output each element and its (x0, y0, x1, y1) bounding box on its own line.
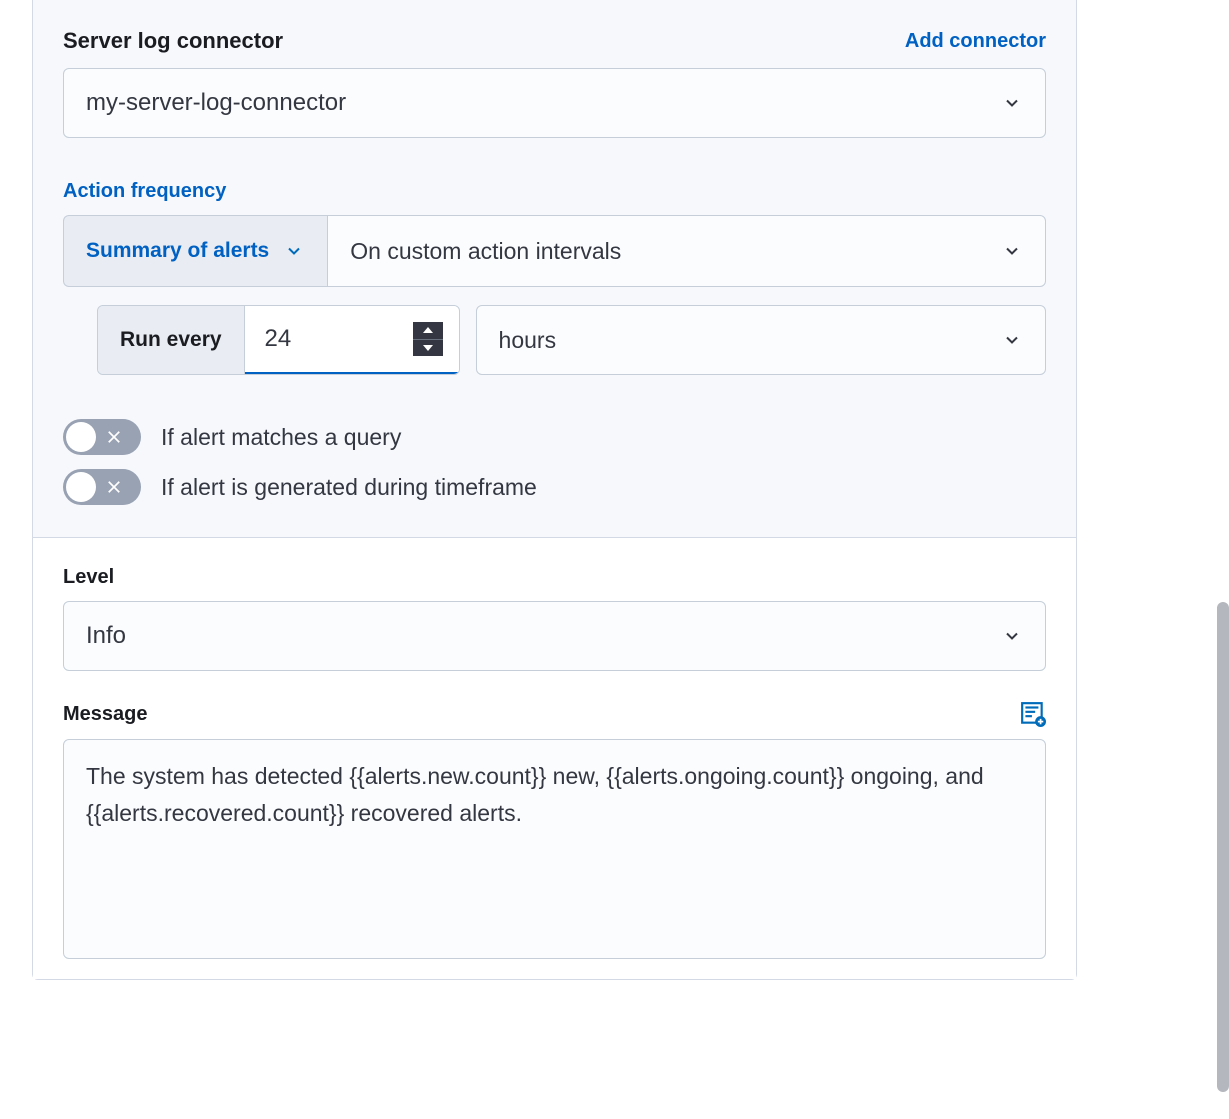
message-textarea[interactable]: The system has detected {{alerts.new.cou… (63, 739, 1046, 959)
toggle-timeframe-label: If alert is generated during timeframe (161, 474, 537, 501)
message-header: Message (63, 701, 1046, 727)
conditional-toggles: If alert matches a query If alert is gen… (63, 419, 1046, 505)
chevron-down-icon (1001, 240, 1023, 262)
level-selected-value: Info (86, 622, 126, 650)
interval-stepper[interactable] (413, 322, 443, 356)
add-variable-icon[interactable] (1020, 701, 1046, 727)
interval-unit-select[interactable]: hours (476, 305, 1046, 375)
connector-selected-value: my-server-log-connector (86, 89, 346, 117)
interval-value-input[interactable] (245, 325, 385, 353)
interval-input-wrapper (245, 306, 459, 374)
connector-label: Server log connector (63, 28, 283, 54)
interval-mode-select[interactable]: On custom action intervals (327, 215, 1046, 287)
interval-group: Run every (97, 305, 460, 375)
level-label: Level (63, 566, 1046, 589)
chevron-down-icon (1001, 329, 1023, 351)
connector-select[interactable]: my-server-log-connector (63, 68, 1046, 138)
toggle-row-query: If alert matches a query (63, 419, 1046, 455)
toggle-row-timeframe: If alert is generated during timeframe (63, 469, 1046, 505)
x-icon (105, 428, 123, 446)
interval-unit-value: hours (499, 327, 557, 354)
summary-of-alerts-label: Summary of alerts (86, 239, 269, 263)
x-icon (105, 478, 123, 496)
level-select[interactable]: Info (63, 601, 1046, 671)
stepper-down[interactable] (413, 340, 443, 357)
section-level-message: Level Info Message The system has detect… (33, 537, 1076, 979)
interval-row: Run every hours (97, 305, 1046, 375)
vertical-scrollbar[interactable] (1217, 602, 1229, 1092)
interval-mode-value: On custom action intervals (350, 238, 621, 265)
toggle-query-label: If alert matches a query (161, 424, 401, 451)
chevron-down-icon (283, 240, 305, 262)
frequency-row: Summary of alerts On custom action inter… (63, 215, 1046, 287)
summary-of-alerts-button[interactable]: Summary of alerts (63, 215, 327, 287)
toggle-alert-query[interactable] (63, 419, 141, 455)
action-frequency-heading: Action frequency (63, 180, 1046, 203)
toggle-knob (66, 472, 96, 502)
chevron-down-icon (1001, 625, 1023, 647)
connector-config-panel: Server log connector Add connector my-se… (32, 0, 1077, 980)
chevron-down-icon (1001, 92, 1023, 114)
message-label: Message (63, 703, 148, 726)
run-every-label: Run every (98, 306, 245, 374)
stepper-up[interactable] (413, 322, 443, 340)
toggle-alert-timeframe[interactable] (63, 469, 141, 505)
toggle-knob (66, 422, 96, 452)
connector-header-row: Server log connector Add connector (63, 28, 1046, 54)
section-connector-frequency: Server log connector Add connector my-se… (33, 0, 1076, 537)
add-connector-link[interactable]: Add connector (905, 30, 1046, 53)
